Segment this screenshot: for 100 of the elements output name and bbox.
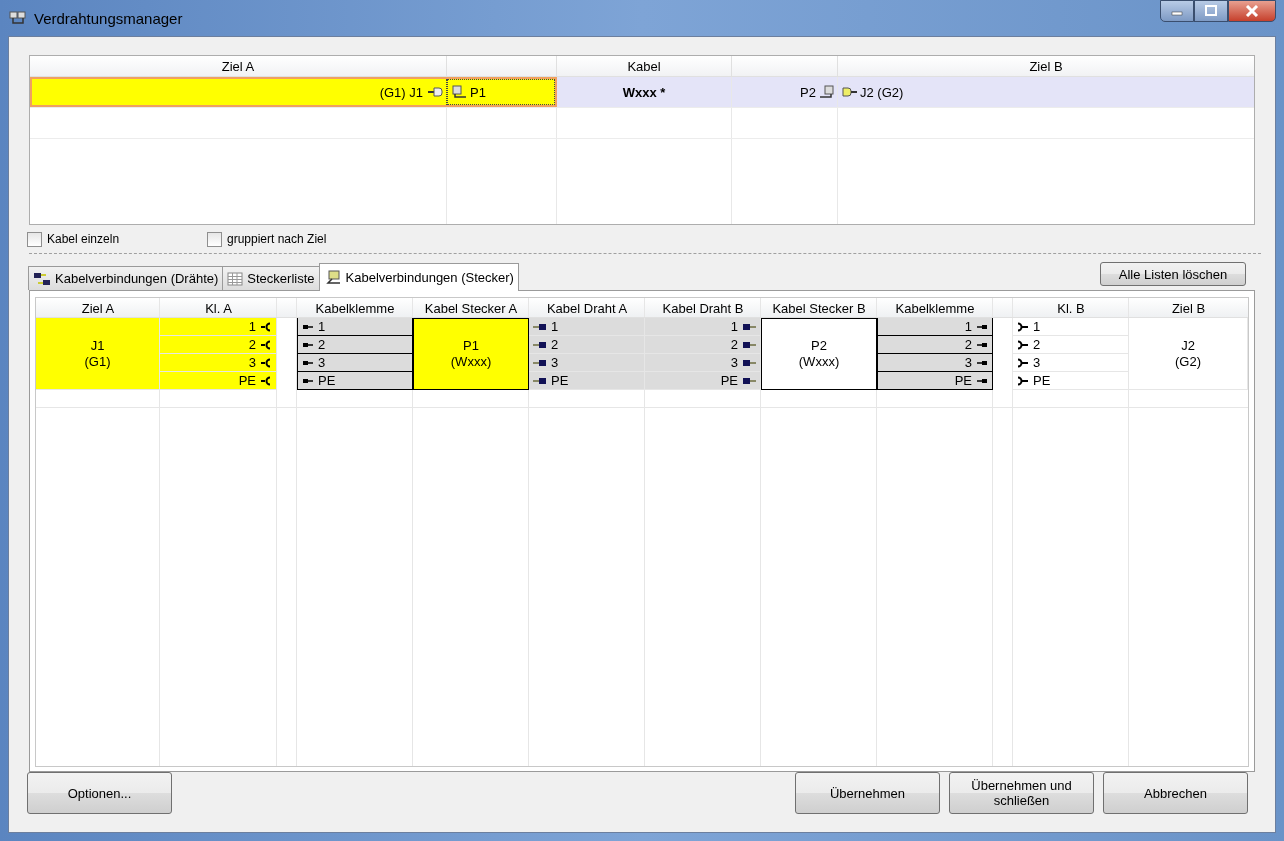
table-cell: PE <box>529 372 645 390</box>
table-cell: 3 <box>160 354 277 372</box>
table-row[interactable]: (G1) J1 P1 Wxxx * P2 J2 (G2) <box>30 77 1254 108</box>
table-cell: J2 (G2) <box>860 84 904 100</box>
plug-icon <box>427 86 443 98</box>
wire-end-icon <box>533 358 547 367</box>
column-header: Ziel B <box>1170 299 1207 318</box>
table-cell: 3 <box>1013 354 1129 372</box>
table-cell: 3 <box>877 354 993 372</box>
table-cell: 1 <box>1013 318 1129 336</box>
pin-icon <box>302 376 314 385</box>
socket-icon <box>1017 375 1029 386</box>
socket-icon <box>260 375 272 386</box>
socket-icon <box>260 339 272 350</box>
column-header: Kabel Stecker A <box>423 299 519 318</box>
minimize-button[interactable] <box>1160 0 1194 22</box>
table-cell: 1 <box>529 318 645 336</box>
pin-icon <box>976 358 988 367</box>
close-button[interactable] <box>1228 0 1276 22</box>
window-title: Verdrahtungsmanager <box>34 9 183 27</box>
checkbox[interactable] <box>27 231 42 247</box>
connection-icon <box>33 271 51 286</box>
table-cell: 1 <box>160 318 277 336</box>
table-cell: (G1) J1 <box>379 84 423 100</box>
column-header: Ziel B <box>1028 57 1064 76</box>
table-cell: P2 <box>800 84 816 100</box>
table-cell: 1 <box>645 318 761 336</box>
table-cell: 1 <box>297 318 413 336</box>
socket-icon <box>1017 357 1029 368</box>
table-cell: 3 <box>297 354 413 372</box>
table-cell: 2 <box>297 336 413 354</box>
cable-name: (Wxxx) <box>450 354 492 370</box>
table-cell: PE <box>877 372 993 390</box>
plug-icon <box>819 85 835 99</box>
cable-name: (Wxxx) <box>798 354 840 370</box>
table-cell: 3 <box>645 354 761 372</box>
wire-end-icon <box>742 358 756 367</box>
pin-icon <box>976 376 988 385</box>
table-cell: PE <box>1013 372 1129 390</box>
table-cell: 3 <box>529 354 645 372</box>
checkbox-option[interactable]: Kabel einzeln <box>27 231 207 247</box>
pin-icon <box>302 358 314 367</box>
checkbox-label: Kabel einzeln <box>47 232 120 246</box>
target-name: J1 <box>90 337 105 354</box>
plug-name: P2 <box>811 338 827 354</box>
table-cell: PE <box>645 372 761 390</box>
cable-name: Wxxx * <box>622 84 666 100</box>
dialog-button[interactable]: Übernehmen <box>795 772 940 814</box>
table-icon <box>227 271 244 286</box>
target-name: J2 <box>1181 337 1195 354</box>
dialog-button[interactable]: Übernehmen und schließen <box>949 772 1094 814</box>
table-cell: PE <box>160 372 277 390</box>
wire-end-icon <box>533 340 547 349</box>
clear-all-button[interactable]: Alle Listen löschen <box>1100 262 1246 286</box>
maximize-icon <box>1204 5 1218 17</box>
table-cell: 2 <box>529 336 645 354</box>
options-button[interactable]: Optionen... <box>27 772 172 814</box>
plug-icon <box>842 86 858 98</box>
maximize-button[interactable] <box>1194 0 1228 22</box>
wire-end-icon <box>533 376 547 385</box>
close-icon <box>1244 5 1260 17</box>
dialog-button[interactable]: Abbrechen <box>1103 772 1248 814</box>
table-cell: 2 <box>1013 336 1129 354</box>
pin-icon <box>976 322 988 331</box>
tab[interactable]: Steckerliste <box>222 266 320 290</box>
checkbox[interactable] <box>207 231 222 247</box>
tab[interactable]: Kabelverbindungen (Stecker) <box>318 263 519 291</box>
pin-icon <box>302 322 314 331</box>
table-cell: P1 <box>470 84 486 100</box>
table-cell: 2 <box>160 336 277 354</box>
wire-end-icon <box>742 322 756 331</box>
wire-end-icon <box>742 340 756 349</box>
checkbox-option[interactable]: gruppiert nach Ziel <box>207 231 387 247</box>
column-header: Kl. B <box>1056 299 1086 318</box>
table-cell: 2 <box>877 336 993 354</box>
table-cell: 2 <box>645 336 761 354</box>
socket-icon <box>1017 321 1029 332</box>
wire-end-icon <box>533 322 547 331</box>
column-header: Kabel <box>557 56 732 76</box>
column-header: Kabel Stecker B <box>771 299 867 318</box>
table-cell: PE <box>297 372 413 390</box>
plug-icon <box>8 9 28 27</box>
current-cell[interactable]: (G1) J1 P1 <box>30 77 557 107</box>
plug-icon <box>323 269 342 286</box>
column-header: Ziel A <box>30 56 447 76</box>
pin-icon <box>302 340 314 349</box>
plug-icon <box>451 85 467 99</box>
column-header: Kl. A <box>204 299 233 318</box>
socket-icon <box>260 357 272 368</box>
table-cell: 1 <box>877 318 993 336</box>
target-group: (G2) <box>1175 353 1201 370</box>
column-header: Kabel Draht A <box>545 299 629 318</box>
checkbox-label: gruppiert nach Ziel <box>227 232 327 246</box>
column-header: Kabelklemme <box>314 299 396 318</box>
tab[interactable]: Kabelverbindungen (Drähte) <box>28 266 224 290</box>
column-header: Kabel Draht B <box>661 299 745 318</box>
plug-name: P1 <box>463 338 479 354</box>
wire-end-icon <box>742 376 756 385</box>
column-header: Ziel A <box>80 299 116 318</box>
pin-icon <box>976 340 988 349</box>
